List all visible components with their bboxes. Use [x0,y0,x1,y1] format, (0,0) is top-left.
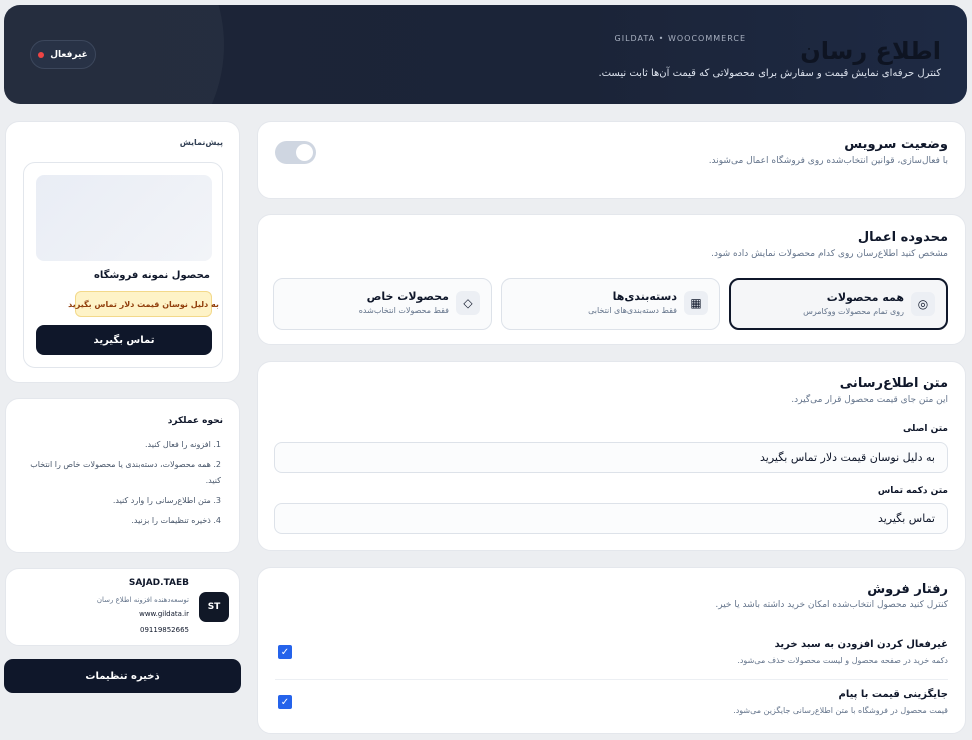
preview-contact-button[interactable]: تماس بگیرید [36,325,212,355]
preview-product-card: محصول نمونه فروشگاه به دلیل نوسان قیمت د… [23,162,223,368]
diamond-icon: ◇ [456,291,480,315]
page-header: GILDATA • WOOCOMMERCE اطلاع رسان کنترل ح… [4,5,967,104]
page-subtitle: کنترل حرفه‌ای نمایش قیمت و سفارش برای مح… [598,68,941,79]
option-hint: فقط دسته‌بندی‌های انتخابی [588,306,677,315]
scope-desc: مشخص کنید اطلاع‌رسان روی کدام محصولات نم… [711,249,948,259]
notify-title: متن اطلاع‌رسانی [839,376,948,391]
preview-card: پیش‌نمایش محصول نمونه فروشگاه به دلیل نو… [5,121,240,383]
grid-icon: ▦ [684,291,708,315]
page-title: اطلاع رسان [800,37,941,65]
developer-role: توسعه‌دهنده افزونه اطلاع رسان [96,596,189,604]
status-badge: غیرفعال [30,40,96,69]
scope-option-all-products[interactable]: ◎ همه محصولات روی تمام محصولات ووکامرس [729,278,948,330]
main-text-label: متن اصلی [902,424,948,434]
service-status-card: وضعیت سرویس با فعال‌سازی، قوانین انتخاب‌… [257,121,966,199]
notify-desc: این متن جای قیمت محصول قرار می‌گیرد. [791,395,948,405]
how-it-works-card: نحوه عملکرد 1. افزونه را فعال کنید. 2. ه… [5,398,240,553]
disable-cart-desc: دکمه خرید در صفحه محصول و لیست محصولات ح… [737,656,948,665]
brand-tagline: GILDATA • WOOCOMMERCE [614,34,746,43]
row-divider [275,679,948,680]
service-status-desc: با فعال‌سازی، قوانین انتخاب‌شده روی فروش… [708,156,948,166]
scope-card: محدوده اعمال مشخص کنید اطلاع‌رسان روی کد… [257,214,966,345]
how-title: نحوه عملکرد [167,416,223,426]
option-hint: فقط محصولات انتخاب‌شده [358,306,449,315]
save-settings-button[interactable]: ذخیره تنظیمات [4,659,241,693]
sales-title: رفتار فروش [867,582,948,597]
sales-desc: کنترل کنید محصول انتخاب‌شده امکان خرید د… [715,600,948,610]
preview-notice-badge: به دلیل نوسان قیمت دلار تماس بگیرید [68,291,219,317]
status-label: غیرفعال [50,49,88,60]
button-text-label: متن دکمه تماس [877,486,948,496]
disable-cart-checkbox[interactable]: ✓ [278,645,292,659]
option-hint: روی تمام محصولات ووکامرس [803,307,904,316]
developer-website-link[interactable]: www.gildata.ir [139,610,189,618]
status-dot-icon [38,51,45,58]
option-label: همه محصولات [826,291,904,304]
scope-option-categories[interactable]: ▦ دسته‌بندی‌ها فقط دسته‌بندی‌های انتخابی [501,278,720,330]
notify-text-card: متن اطلاع‌رسانی این متن جای قیمت محصول ق… [257,361,966,551]
replace-price-desc: قیمت محصول در فروشگاه با متن اطلاع‌رسانی… [733,706,948,715]
replace-price-checkbox[interactable]: ✓ [278,695,292,709]
option-label: محصولات خاص [366,290,449,303]
scope-option-specific-products[interactable]: ◇ محصولات خاص فقط محصولات انتخاب‌شده [273,278,492,330]
service-status-title: وضعیت سرویس [844,137,948,152]
main-text-input[interactable] [274,442,948,473]
target-icon: ◎ [911,292,935,316]
sales-behavior-card: رفتار فروش کنترل کنید محصول انتخاب‌شده ا… [257,567,966,734]
how-step: 3. متن اطلاع‌رسانی را وارد کنید. [112,496,221,505]
developer-phone: 09119852665 [140,626,189,634]
developer-profile-card: ST SAJAD.TAEB توسعه‌دهنده افزونه اطلاع ر… [5,568,240,646]
service-toggle[interactable] [275,141,316,164]
how-step: 4. ذخیره تنظیمات را بزنید. [131,516,221,525]
how-steps-list: 1. افزونه را فعال کنید. 2. همه محصولات، … [16,437,221,533]
how-step: 1. افزونه را فعال کنید. [144,440,221,449]
developer-name: SAJAD.TAEB [128,578,189,588]
preview-title: پیش‌نمایش [179,138,223,147]
toggle-knob [296,144,313,161]
product-image-placeholder [36,175,212,261]
how-step: 2. همه محصولات، دسته‌بندی یا محصولات خاص… [30,460,221,485]
option-label: دسته‌بندی‌ها [612,290,677,303]
preview-product-name: محصول نمونه فروشگاه [93,270,210,281]
avatar: ST [199,592,229,622]
disable-cart-title: غیرفعال کردن افزودن به سبد خرید [774,639,948,650]
button-text-input[interactable] [274,503,948,534]
scope-title: محدوده اعمال [857,230,948,245]
replace-price-title: جایگزینی قیمت با پیام [838,689,948,700]
